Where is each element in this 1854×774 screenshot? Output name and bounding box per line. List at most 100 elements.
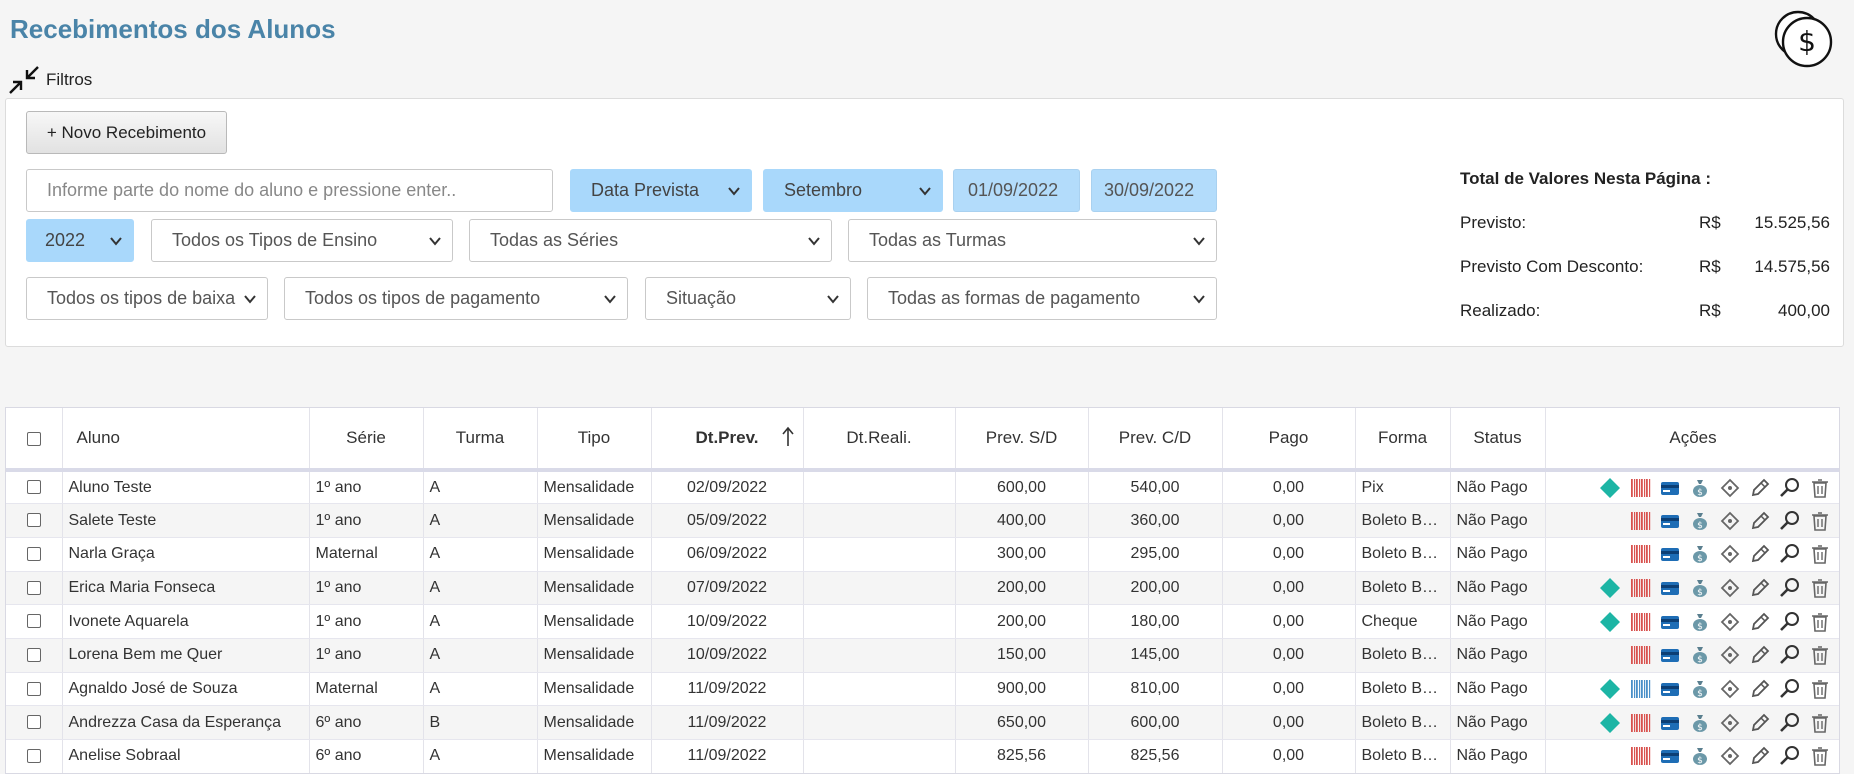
- month-select[interactable]: Setembro: [763, 169, 943, 212]
- barcode-icon[interactable]: [1629, 712, 1651, 734]
- pencil-icon[interactable]: [1749, 543, 1771, 565]
- col-header-dt-reali[interactable]: Dt.Reali.: [803, 408, 956, 472]
- ticket-icon[interactable]: [1719, 678, 1741, 700]
- pencil-icon[interactable]: [1749, 745, 1771, 767]
- barcode-icon[interactable]: [1629, 611, 1651, 633]
- barcode-icon[interactable]: [1629, 745, 1651, 767]
- pix-icon[interactable]: [1599, 611, 1621, 633]
- ticket-icon[interactable]: [1719, 644, 1741, 666]
- table-row[interactable]: Lorena Bem me Quer 1º ano A Mensalidade 10/0…: [6, 638, 1839, 673]
- ticket-icon[interactable]: [1719, 712, 1741, 734]
- table-row[interactable]: Aluno Teste 1º ano A Mensalidade 02/09/2022 6…: [6, 470, 1839, 505]
- col-header-prev-cd[interactable]: Prev. C/D: [1088, 408, 1223, 472]
- credit-card-icon[interactable]: [1659, 745, 1681, 767]
- date-from-input[interactable]: 01/09/2022: [953, 169, 1080, 212]
- money-bag-icon[interactable]: $: [1689, 745, 1711, 767]
- row-checkbox[interactable]: [6, 571, 63, 606]
- money-bag-icon[interactable]: $: [1689, 477, 1711, 499]
- credit-card-icon[interactable]: [1659, 543, 1681, 565]
- table-row[interactable]: Salete Teste 1º ano A Mensalidade 05/09/2022…: [6, 503, 1839, 538]
- money-bag-icon[interactable]: $: [1689, 543, 1711, 565]
- table-row[interactable]: Narla Graça Maternal A Mensalidade 06/09/202…: [6, 537, 1839, 572]
- trash-icon[interactable]: [1809, 611, 1831, 633]
- magnifier-icon[interactable]: [1779, 477, 1801, 499]
- credit-card-icon[interactable]: [1659, 678, 1681, 700]
- pencil-icon[interactable]: [1749, 644, 1771, 666]
- magnifier-icon[interactable]: [1779, 678, 1801, 700]
- row-checkbox[interactable]: [6, 503, 63, 538]
- col-header-prev-sd[interactable]: Prev. S/D: [955, 408, 1089, 472]
- pencil-icon[interactable]: [1749, 611, 1771, 633]
- trash-icon[interactable]: [1809, 712, 1831, 734]
- row-checkbox[interactable]: [6, 705, 63, 740]
- row-checkbox[interactable]: [6, 739, 63, 773]
- col-header-tipo[interactable]: Tipo: [537, 408, 652, 472]
- payment-form-select[interactable]: Todas as formas de pagamento: [867, 277, 1217, 320]
- ticket-icon[interactable]: [1719, 577, 1741, 599]
- ticket-icon[interactable]: [1719, 477, 1741, 499]
- barcode-icon[interactable]: [1629, 477, 1651, 499]
- pix-icon[interactable]: [1599, 477, 1621, 499]
- barcode-icon[interactable]: [1629, 678, 1651, 700]
- student-search-input[interactable]: [26, 169, 553, 212]
- row-checkbox[interactable]: [6, 672, 63, 707]
- row-checkbox[interactable]: [6, 638, 63, 673]
- pencil-icon[interactable]: [1749, 477, 1771, 499]
- table-row[interactable]: Agnaldo José de Souza Maternal A Mensalidad…: [6, 672, 1839, 707]
- trash-icon[interactable]: [1809, 543, 1831, 565]
- credit-card-icon[interactable]: [1659, 644, 1681, 666]
- col-header-status[interactable]: Status: [1450, 408, 1546, 472]
- money-bag-icon[interactable]: $: [1689, 712, 1711, 734]
- ticket-icon[interactable]: [1719, 543, 1741, 565]
- money-bag-icon[interactable]: $: [1689, 678, 1711, 700]
- credit-card-icon[interactable]: [1659, 577, 1681, 599]
- date-type-select[interactable]: Data Prevista: [570, 169, 752, 212]
- magnifier-icon[interactable]: [1779, 745, 1801, 767]
- date-to-input[interactable]: 30/09/2022: [1091, 169, 1217, 212]
- barcode-icon[interactable]: [1629, 577, 1651, 599]
- magnifier-icon[interactable]: [1779, 543, 1801, 565]
- pix-icon[interactable]: [1599, 712, 1621, 734]
- row-checkbox[interactable]: [6, 537, 63, 572]
- pencil-icon[interactable]: [1749, 678, 1771, 700]
- pix-icon[interactable]: [1599, 577, 1621, 599]
- magnifier-icon[interactable]: [1779, 712, 1801, 734]
- money-bag-icon[interactable]: $: [1689, 644, 1711, 666]
- new-receipt-button[interactable]: + Novo Recebimento: [26, 111, 227, 154]
- select-all-checkbox[interactable]: [6, 408, 63, 472]
- money-bag-icon[interactable]: $: [1689, 510, 1711, 532]
- col-header-serie[interactable]: Série: [309, 408, 424, 472]
- pix-icon[interactable]: [1599, 678, 1621, 700]
- trash-icon[interactable]: [1809, 577, 1831, 599]
- col-header-aluno[interactable]: Aluno: [62, 408, 310, 472]
- coin-dollar-icon[interactable]: $: [1772, 6, 1836, 70]
- col-header-pago[interactable]: Pago: [1222, 408, 1356, 472]
- magnifier-icon[interactable]: [1779, 577, 1801, 599]
- money-bag-icon[interactable]: $: [1689, 577, 1711, 599]
- situation-select[interactable]: Situação: [645, 277, 851, 320]
- ticket-icon[interactable]: [1719, 745, 1741, 767]
- col-header-forma[interactable]: Forma: [1355, 408, 1451, 472]
- credit-card-icon[interactable]: [1659, 712, 1681, 734]
- table-row[interactable]: Anelise Sobraal 6º ano A Mensalidade 11/09/2…: [6, 739, 1839, 773]
- filters-toggle[interactable]: Filtros: [8, 64, 92, 96]
- barcode-icon[interactable]: [1629, 510, 1651, 532]
- pencil-icon[interactable]: [1749, 577, 1771, 599]
- table-row[interactable]: Erica Maria Fonseca 1º ano A Mensalidade 07/…: [6, 571, 1839, 606]
- payment-type-select[interactable]: Todos os tipos de pagamento: [284, 277, 628, 320]
- trash-icon[interactable]: [1809, 644, 1831, 666]
- magnifier-icon[interactable]: [1779, 644, 1801, 666]
- pencil-icon[interactable]: [1749, 510, 1771, 532]
- credit-card-icon[interactable]: [1659, 510, 1681, 532]
- credit-card-icon[interactable]: [1659, 611, 1681, 633]
- series-select[interactable]: Todas as Séries: [469, 219, 832, 262]
- write-off-type-select[interactable]: Todos os tipos de baixa: [26, 277, 268, 320]
- row-checkbox[interactable]: [6, 604, 63, 639]
- barcode-icon[interactable]: [1629, 644, 1651, 666]
- trash-icon[interactable]: [1809, 678, 1831, 700]
- barcode-icon[interactable]: [1629, 543, 1651, 565]
- magnifier-icon[interactable]: [1779, 510, 1801, 532]
- col-header-dt-prev[interactable]: Dt.Prev.: [651, 408, 804, 472]
- table-row[interactable]: Andrezza Casa da Esperança 6º ano B Mensali…: [6, 705, 1839, 740]
- row-checkbox[interactable]: [6, 470, 63, 505]
